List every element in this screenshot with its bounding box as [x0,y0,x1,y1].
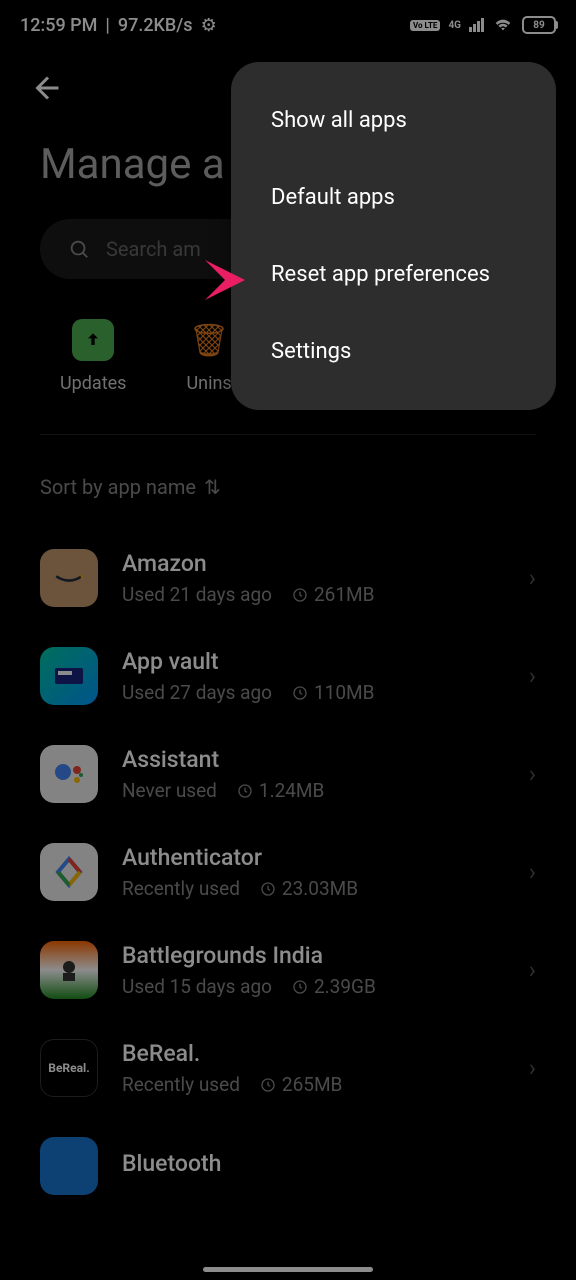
menu-settings[interactable]: Settings [231,313,556,390]
menu-reset-preferences[interactable]: Reset app preferences [231,236,556,313]
arrow-annotation [130,250,250,314]
menu-default-apps[interactable]: Default apps [231,159,556,236]
popup-menu: Show all apps Default apps Reset app pre… [231,62,556,410]
menu-show-all-apps[interactable]: Show all apps [231,82,556,159]
